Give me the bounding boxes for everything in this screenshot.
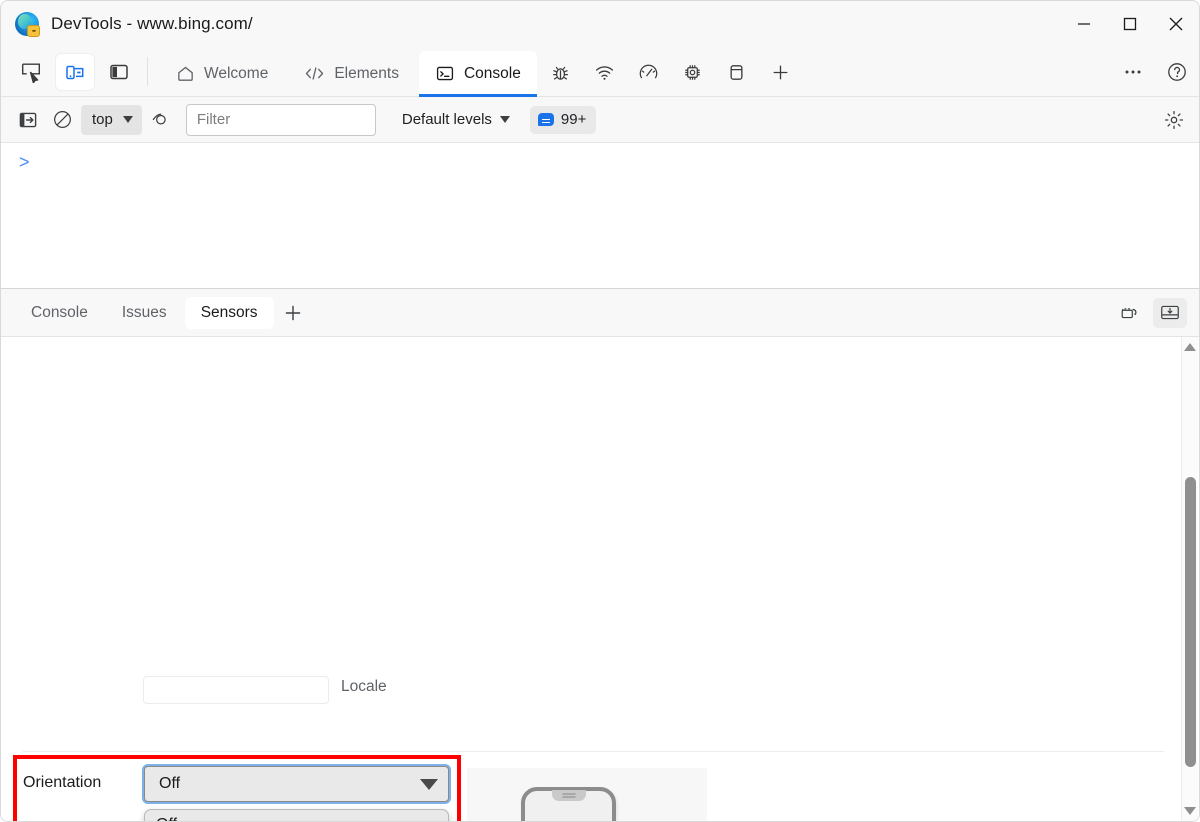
console-sidebar-icon[interactable]: [13, 105, 43, 135]
message-count-label: 99+: [560, 111, 587, 128]
window-controls: [1061, 1, 1199, 47]
scrollbar-track[interactable]: [1182, 357, 1199, 801]
sensors-scrollbar[interactable]: [1181, 337, 1198, 821]
drawer-tabbar: Console Issues Sensors: [1, 289, 1199, 337]
device-orientation-preview[interactable]: [467, 768, 707, 821]
console-icon: [435, 64, 455, 83]
tab-console[interactable]: Console: [418, 51, 537, 97]
locale-input[interactable]: [143, 676, 329, 704]
device-toolbar-icon[interactable]: [56, 54, 94, 90]
execution-context-value: top: [92, 111, 113, 128]
section-divider-top: [23, 751, 1164, 752]
drawer-add-tab-plus-icon[interactable]: [276, 298, 310, 328]
title-bar: ▪▪ DevTools - www.bing.com/: [1, 1, 1199, 47]
tab-label: Welcome: [204, 64, 269, 82]
dock-to-bottom-icon[interactable]: [1153, 297, 1187, 328]
console-toolbar: top Default levels 99+: [1, 97, 1199, 143]
chevron-down-icon: [122, 116, 133, 123]
help-icon[interactable]: [1158, 54, 1196, 90]
sensors-panel: Locale Orientation Off OffCustom orienta…: [1, 337, 1199, 821]
code-icon: [304, 64, 325, 83]
tab-elements[interactable]: Elements: [288, 51, 415, 96]
devtools-tabbar: Welcome Elements Console: [1, 47, 1199, 97]
orientation-label: Orientation: [23, 774, 102, 791]
add-tab-plus-icon[interactable]: [762, 54, 800, 90]
clear-console-icon[interactable]: [47, 105, 77, 135]
filter-input[interactable]: [185, 103, 376, 136]
drawer-tab-sensors[interactable]: Sensors: [184, 296, 274, 329]
scrollbar-thumb[interactable]: [1184, 477, 1196, 767]
log-levels-label: Default levels: [401, 111, 492, 128]
maximize-icon[interactable]: [1107, 1, 1153, 47]
toolbar-divider: [147, 57, 148, 86]
sources-bug-icon[interactable]: [542, 54, 580, 90]
orientation-selected-value: Off: [159, 775, 181, 792]
console-prompt-chevron: >: [19, 152, 30, 172]
message-count-badge[interactable]: 99+: [529, 105, 597, 134]
speech-bubble-icon: [537, 113, 554, 126]
drawer-tab-issues[interactable]: Issues: [106, 297, 183, 329]
application-storage-icon[interactable]: [718, 54, 756, 90]
network-wifi-icon[interactable]: [586, 54, 624, 90]
performance-gauge-icon[interactable]: [630, 54, 668, 90]
tab-label: Console: [463, 64, 521, 82]
console-message-area[interactable]: >: [1, 143, 1199, 289]
restore-drawer-icon[interactable]: [1113, 298, 1147, 328]
memory-chip-icon[interactable]: [674, 54, 712, 90]
phone-outline-icon: [521, 787, 616, 821]
orientation-dropdown-list[interactable]: OffCustom orientationPresetsPortraitPort…: [144, 809, 449, 821]
drawer-right-group: [1113, 297, 1187, 328]
tab-welcome[interactable]: Welcome: [160, 51, 284, 96]
minimize-icon[interactable]: [1061, 1, 1107, 47]
console-toolbar-right: [1159, 105, 1189, 135]
window-title: DevTools - www.bing.com/: [51, 14, 253, 33]
dropdown-option[interactable]: Off: [145, 812, 448, 821]
devtools-window: ▪▪ DevTools - www.bing.com/ Welcome Elem…: [0, 0, 1200, 822]
edge-devtools-icon: ▪▪: [15, 12, 40, 37]
log-levels-selector[interactable]: Default levels: [396, 111, 516, 128]
inspect-element-icon[interactable]: [12, 54, 50, 90]
home-icon: [176, 64, 195, 83]
sensors-content: Locale Orientation Off OffCustom orienta…: [1, 337, 1182, 821]
chevron-down-icon: [499, 116, 510, 123]
phone-notch: [551, 790, 586, 801]
close-icon[interactable]: [1153, 1, 1199, 47]
dock-side-icon[interactable]: [100, 54, 138, 90]
orientation-select[interactable]: Off: [144, 766, 449, 802]
scroll-down-arrow-icon[interactable]: [1182, 801, 1199, 821]
locale-label: Locale: [341, 678, 387, 695]
gear-icon[interactable]: [1159, 105, 1189, 135]
execution-context-selector[interactable]: top: [81, 104, 142, 135]
eye-icon[interactable]: [146, 105, 176, 135]
tabbar-right-group: [1102, 47, 1199, 96]
scroll-up-arrow-icon[interactable]: [1182, 337, 1199, 357]
tab-label: Elements: [334, 64, 399, 82]
drawer-tab-console[interactable]: Console: [15, 297, 104, 329]
more-options-icon[interactable]: [1114, 54, 1152, 90]
chevron-down-icon: [420, 778, 438, 790]
